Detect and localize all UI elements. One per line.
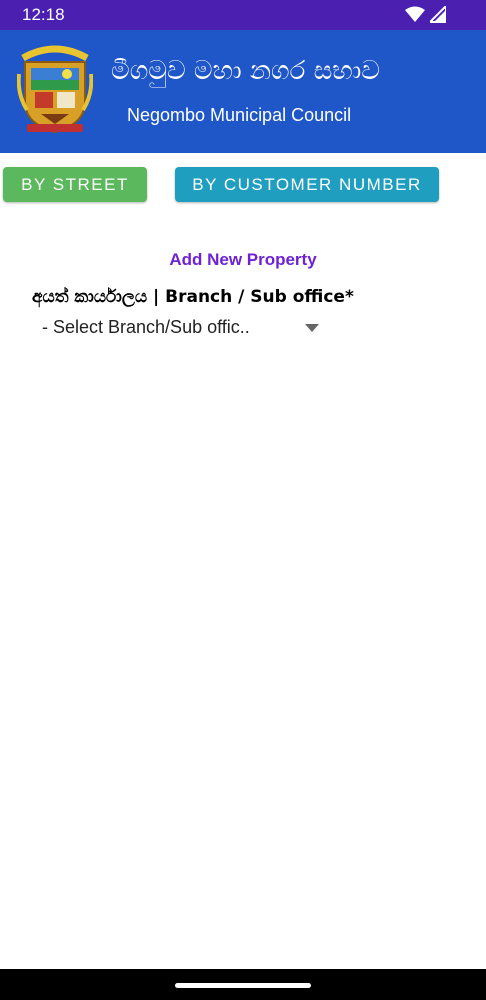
branch-select-value: - Select Branch/Sub offic..: [42, 317, 250, 337]
status-icons: [404, 6, 446, 25]
council-crest-logo: [17, 45, 93, 134]
by-customer-number-button[interactable]: BY CUSTOMER NUMBER: [175, 167, 439, 202]
system-navigation-bar: [0, 969, 486, 1000]
by-street-button[interactable]: BY STREET: [3, 167, 147, 202]
council-title-sinhala: මීගමුව මහා නගර සභාව: [111, 56, 380, 86]
home-gesture-handle[interactable]: [175, 983, 311, 988]
app-header: මීගමුව මහා නගර සභාව Negombo Municipal Co…: [0, 30, 486, 153]
status-time: 12:18: [22, 5, 65, 24]
dropdown-arrow-icon: [305, 324, 319, 332]
council-title-english: Negombo Municipal Council: [127, 105, 352, 125]
branch-select[interactable]: - Select Branch/Sub offic..: [32, 316, 324, 342]
branch-field-label: අයත් කාර්යාලය | Branch / Sub office*: [32, 287, 354, 307]
wifi-icon: [404, 6, 425, 22]
status-bar: 12:18: [0, 0, 486, 30]
signal-icon: [430, 6, 446, 23]
add-new-property-link[interactable]: Add New Property: [0, 250, 486, 270]
